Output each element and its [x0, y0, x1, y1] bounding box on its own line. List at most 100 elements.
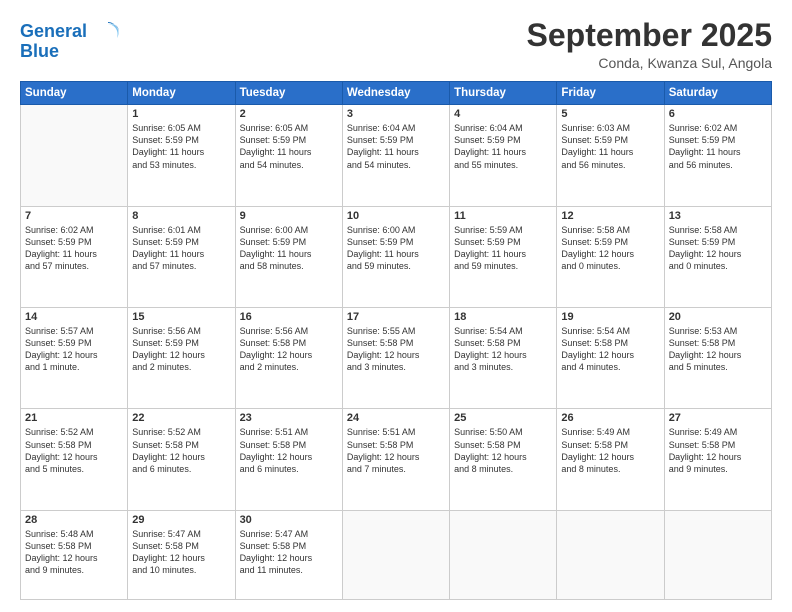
cell-content: Sunrise: 5:49 AMSunset: 5:58 PMDaylight:… [669, 426, 767, 475]
calendar-header-row: SundayMondayTuesdayWednesdayThursdayFrid… [21, 82, 772, 105]
day-number: 11 [454, 210, 552, 222]
cell-content: Sunrise: 5:52 AMSunset: 5:58 PMDaylight:… [132, 426, 230, 475]
cell-content: Sunrise: 5:48 AMSunset: 5:58 PMDaylight:… [25, 528, 123, 577]
cell-content: Sunrise: 6:03 AMSunset: 5:59 PMDaylight:… [561, 122, 659, 171]
cell-content: Sunrise: 6:04 AMSunset: 5:59 PMDaylight:… [347, 122, 445, 171]
header: General Blue September 2025 Conda, Kwanz… [20, 18, 772, 71]
cell-content: Sunrise: 6:00 AMSunset: 5:59 PMDaylight:… [240, 224, 338, 273]
calendar-cell: 11 Sunrise: 5:59 AMSunset: 5:59 PMDayligh… [450, 206, 557, 307]
calendar-header-sunday: Sunday [21, 82, 128, 105]
cell-content: Sunrise: 6:02 AMSunset: 5:59 PMDaylight:… [25, 224, 123, 273]
cell-content: Sunrise: 6:00 AMSunset: 5:59 PMDaylight:… [347, 224, 445, 273]
calendar-cell: 9 Sunrise: 6:00 AMSunset: 5:59 PMDaylight… [235, 206, 342, 307]
calendar-cell [450, 510, 557, 599]
calendar-cell: 5 Sunrise: 6:03 AMSunset: 5:59 PMDaylight… [557, 105, 664, 206]
calendar-cell: 21 Sunrise: 5:52 AMSunset: 5:58 PMDayligh… [21, 409, 128, 510]
cell-content: Sunrise: 5:56 AMSunset: 5:58 PMDaylight:… [240, 325, 338, 374]
cell-content: Sunrise: 5:47 AMSunset: 5:58 PMDaylight:… [240, 528, 338, 577]
cell-content: Sunrise: 5:51 AMSunset: 5:58 PMDaylight:… [240, 426, 338, 475]
cell-content: Sunrise: 6:02 AMSunset: 5:59 PMDaylight:… [669, 122, 767, 171]
day-number: 16 [240, 311, 338, 323]
day-number: 19 [561, 311, 659, 323]
title-block: September 2025 Conda, Kwanza Sul, Angola [527, 18, 772, 71]
day-number: 12 [561, 210, 659, 222]
cell-content: Sunrise: 5:50 AMSunset: 5:58 PMDaylight:… [454, 426, 552, 475]
day-number: 18 [454, 311, 552, 323]
cell-content: Sunrise: 5:54 AMSunset: 5:58 PMDaylight:… [561, 325, 659, 374]
cell-content: Sunrise: 5:59 AMSunset: 5:59 PMDaylight:… [454, 224, 552, 273]
day-number: 2 [240, 108, 338, 120]
day-number: 14 [25, 311, 123, 323]
cell-content: Sunrise: 5:57 AMSunset: 5:59 PMDaylight:… [25, 325, 123, 374]
cell-content: Sunrise: 5:49 AMSunset: 5:58 PMDaylight:… [561, 426, 659, 475]
day-number: 25 [454, 412, 552, 424]
calendar-cell: 22 Sunrise: 5:52 AMSunset: 5:58 PMDayligh… [128, 409, 235, 510]
cell-content: Sunrise: 5:58 AMSunset: 5:59 PMDaylight:… [669, 224, 767, 273]
location-title: Conda, Kwanza Sul, Angola [527, 55, 772, 71]
calendar-cell [21, 105, 128, 206]
calendar-cell: 26Sunrise: 5:49 AMSunset: 5:58 PMDayligh… [557, 409, 664, 510]
cell-content: Sunrise: 5:47 AMSunset: 5:58 PMDaylight:… [132, 528, 230, 577]
cell-content: Sunrise: 5:51 AMSunset: 5:58 PMDaylight:… [347, 426, 445, 475]
day-number: 29 [132, 514, 230, 526]
calendar-cell [557, 510, 664, 599]
calendar-cell: 3 Sunrise: 6:04 AMSunset: 5:59 PMDaylight… [342, 105, 449, 206]
calendar-cell: 30 Sunrise: 5:47 AMSunset: 5:58 PMDayligh… [235, 510, 342, 599]
calendar-week-4: 21 Sunrise: 5:52 AMSunset: 5:58 PMDayligh… [21, 409, 772, 510]
day-number: 27 [669, 412, 767, 424]
calendar-header-wednesday: Wednesday [342, 82, 449, 105]
cell-content: Sunrise: 6:05 AMSunset: 5:59 PMDaylight:… [240, 122, 338, 171]
calendar-cell: 14 Sunrise: 5:57 AMSunset: 5:59 PMDayligh… [21, 308, 128, 409]
day-number: 15 [132, 311, 230, 323]
day-number: 21 [25, 412, 123, 424]
day-number: 24 [347, 412, 445, 424]
calendar-cell: 18 Sunrise: 5:54 AMSunset: 5:58 PMDayligh… [450, 308, 557, 409]
day-number: 8 [132, 210, 230, 222]
calendar-cell: 17 Sunrise: 5:55 AMSunset: 5:58 PMDayligh… [342, 308, 449, 409]
calendar-cell: 19 Sunrise: 5:54 AMSunset: 5:58 PMDayligh… [557, 308, 664, 409]
day-number: 9 [240, 210, 338, 222]
calendar-header-thursday: Thursday [450, 82, 557, 105]
cell-content: Sunrise: 5:53 AMSunset: 5:58 PMDaylight:… [669, 325, 767, 374]
calendar-cell [664, 510, 771, 599]
calendar-cell: 8Sunrise: 6:01 AMSunset: 5:59 PMDaylight… [128, 206, 235, 307]
day-number: 28 [25, 514, 123, 526]
calendar-cell: 12Sunrise: 5:58 AMSunset: 5:59 PMDayligh… [557, 206, 664, 307]
day-number: 1 [132, 108, 230, 120]
calendar-cell: 20 Sunrise: 5:53 AMSunset: 5:58 PMDayligh… [664, 308, 771, 409]
day-number: 5 [561, 108, 659, 120]
calendar-week-5: 28 Sunrise: 5:48 AMSunset: 5:58 PMDayligh… [21, 510, 772, 599]
cell-content: Sunrise: 5:52 AMSunset: 5:58 PMDaylight:… [25, 426, 123, 475]
calendar-week-2: 7Sunrise: 6:02 AMSunset: 5:59 PMDaylight… [21, 206, 772, 307]
calendar-week-1: 1 Sunrise: 6:05 AMSunset: 5:59 PMDaylight… [21, 105, 772, 206]
calendar-cell: 28 Sunrise: 5:48 AMSunset: 5:58 PMDayligh… [21, 510, 128, 599]
day-number: 20 [669, 311, 767, 323]
month-title: September 2025 [527, 18, 772, 53]
calendar-cell: 1 Sunrise: 6:05 AMSunset: 5:59 PMDaylight… [128, 105, 235, 206]
calendar-cell: 27 Sunrise: 5:49 AMSunset: 5:58 PMDayligh… [664, 409, 771, 510]
day-number: 6 [669, 108, 767, 120]
cell-content: Sunrise: 5:56 AMSunset: 5:59 PMDaylight:… [132, 325, 230, 374]
day-number: 4 [454, 108, 552, 120]
calendar-cell [342, 510, 449, 599]
calendar-cell: 24 Sunrise: 5:51 AMSunset: 5:58 PMDayligh… [342, 409, 449, 510]
calendar-header-friday: Friday [557, 82, 664, 105]
cell-content: Sunrise: 6:05 AMSunset: 5:59 PMDaylight:… [132, 122, 230, 171]
cell-content: Sunrise: 5:54 AMSunset: 5:58 PMDaylight:… [454, 325, 552, 374]
day-number: 22 [132, 412, 230, 424]
calendar-cell: 4Sunrise: 6:04 AMSunset: 5:59 PMDaylight… [450, 105, 557, 206]
day-number: 17 [347, 311, 445, 323]
calendar-cell: 10Sunrise: 6:00 AMSunset: 5:59 PMDayligh… [342, 206, 449, 307]
day-number: 3 [347, 108, 445, 120]
day-number: 30 [240, 514, 338, 526]
calendar-cell: 29 Sunrise: 5:47 AMSunset: 5:58 PMDayligh… [128, 510, 235, 599]
calendar-cell: 15 Sunrise: 5:56 AMSunset: 5:59 PMDayligh… [128, 308, 235, 409]
day-number: 23 [240, 412, 338, 424]
calendar-cell: 25 Sunrise: 5:50 AMSunset: 5:58 PMDayligh… [450, 409, 557, 510]
cell-content: Sunrise: 5:55 AMSunset: 5:58 PMDaylight:… [347, 325, 445, 374]
calendar-header-tuesday: Tuesday [235, 82, 342, 105]
calendar-table: SundayMondayTuesdayWednesdayThursdayFrid… [20, 81, 772, 600]
calendar-week-3: 14 Sunrise: 5:57 AMSunset: 5:59 PMDayligh… [21, 308, 772, 409]
calendar-cell: 13Sunrise: 5:58 AMSunset: 5:59 PMDayligh… [664, 206, 771, 307]
page: General Blue September 2025 Conda, Kwanz… [0, 0, 792, 612]
